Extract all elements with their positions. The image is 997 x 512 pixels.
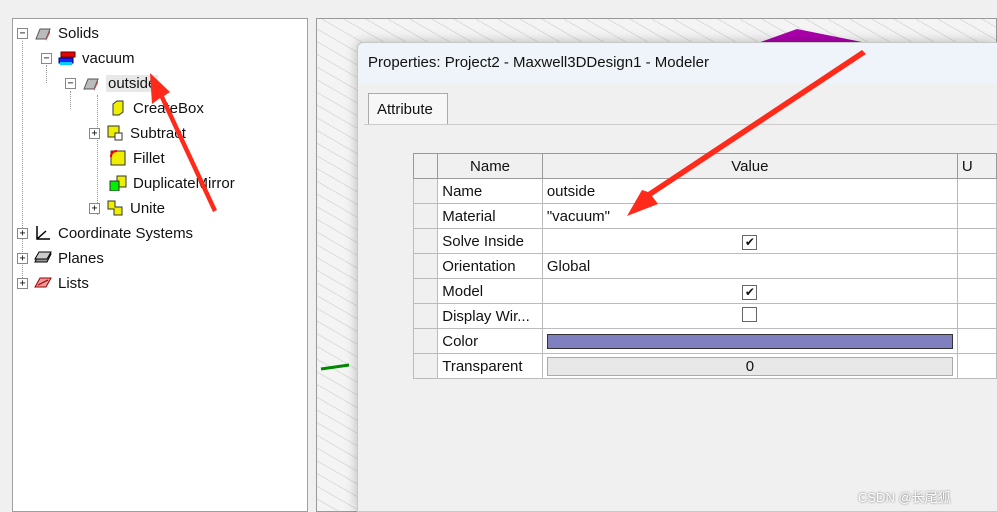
annotation-arrow [627,50,866,216]
annotation-arrow [150,73,217,212]
watermark: CSDN @长尾狐 [858,490,951,505]
annotation-arrows [150,50,866,216]
